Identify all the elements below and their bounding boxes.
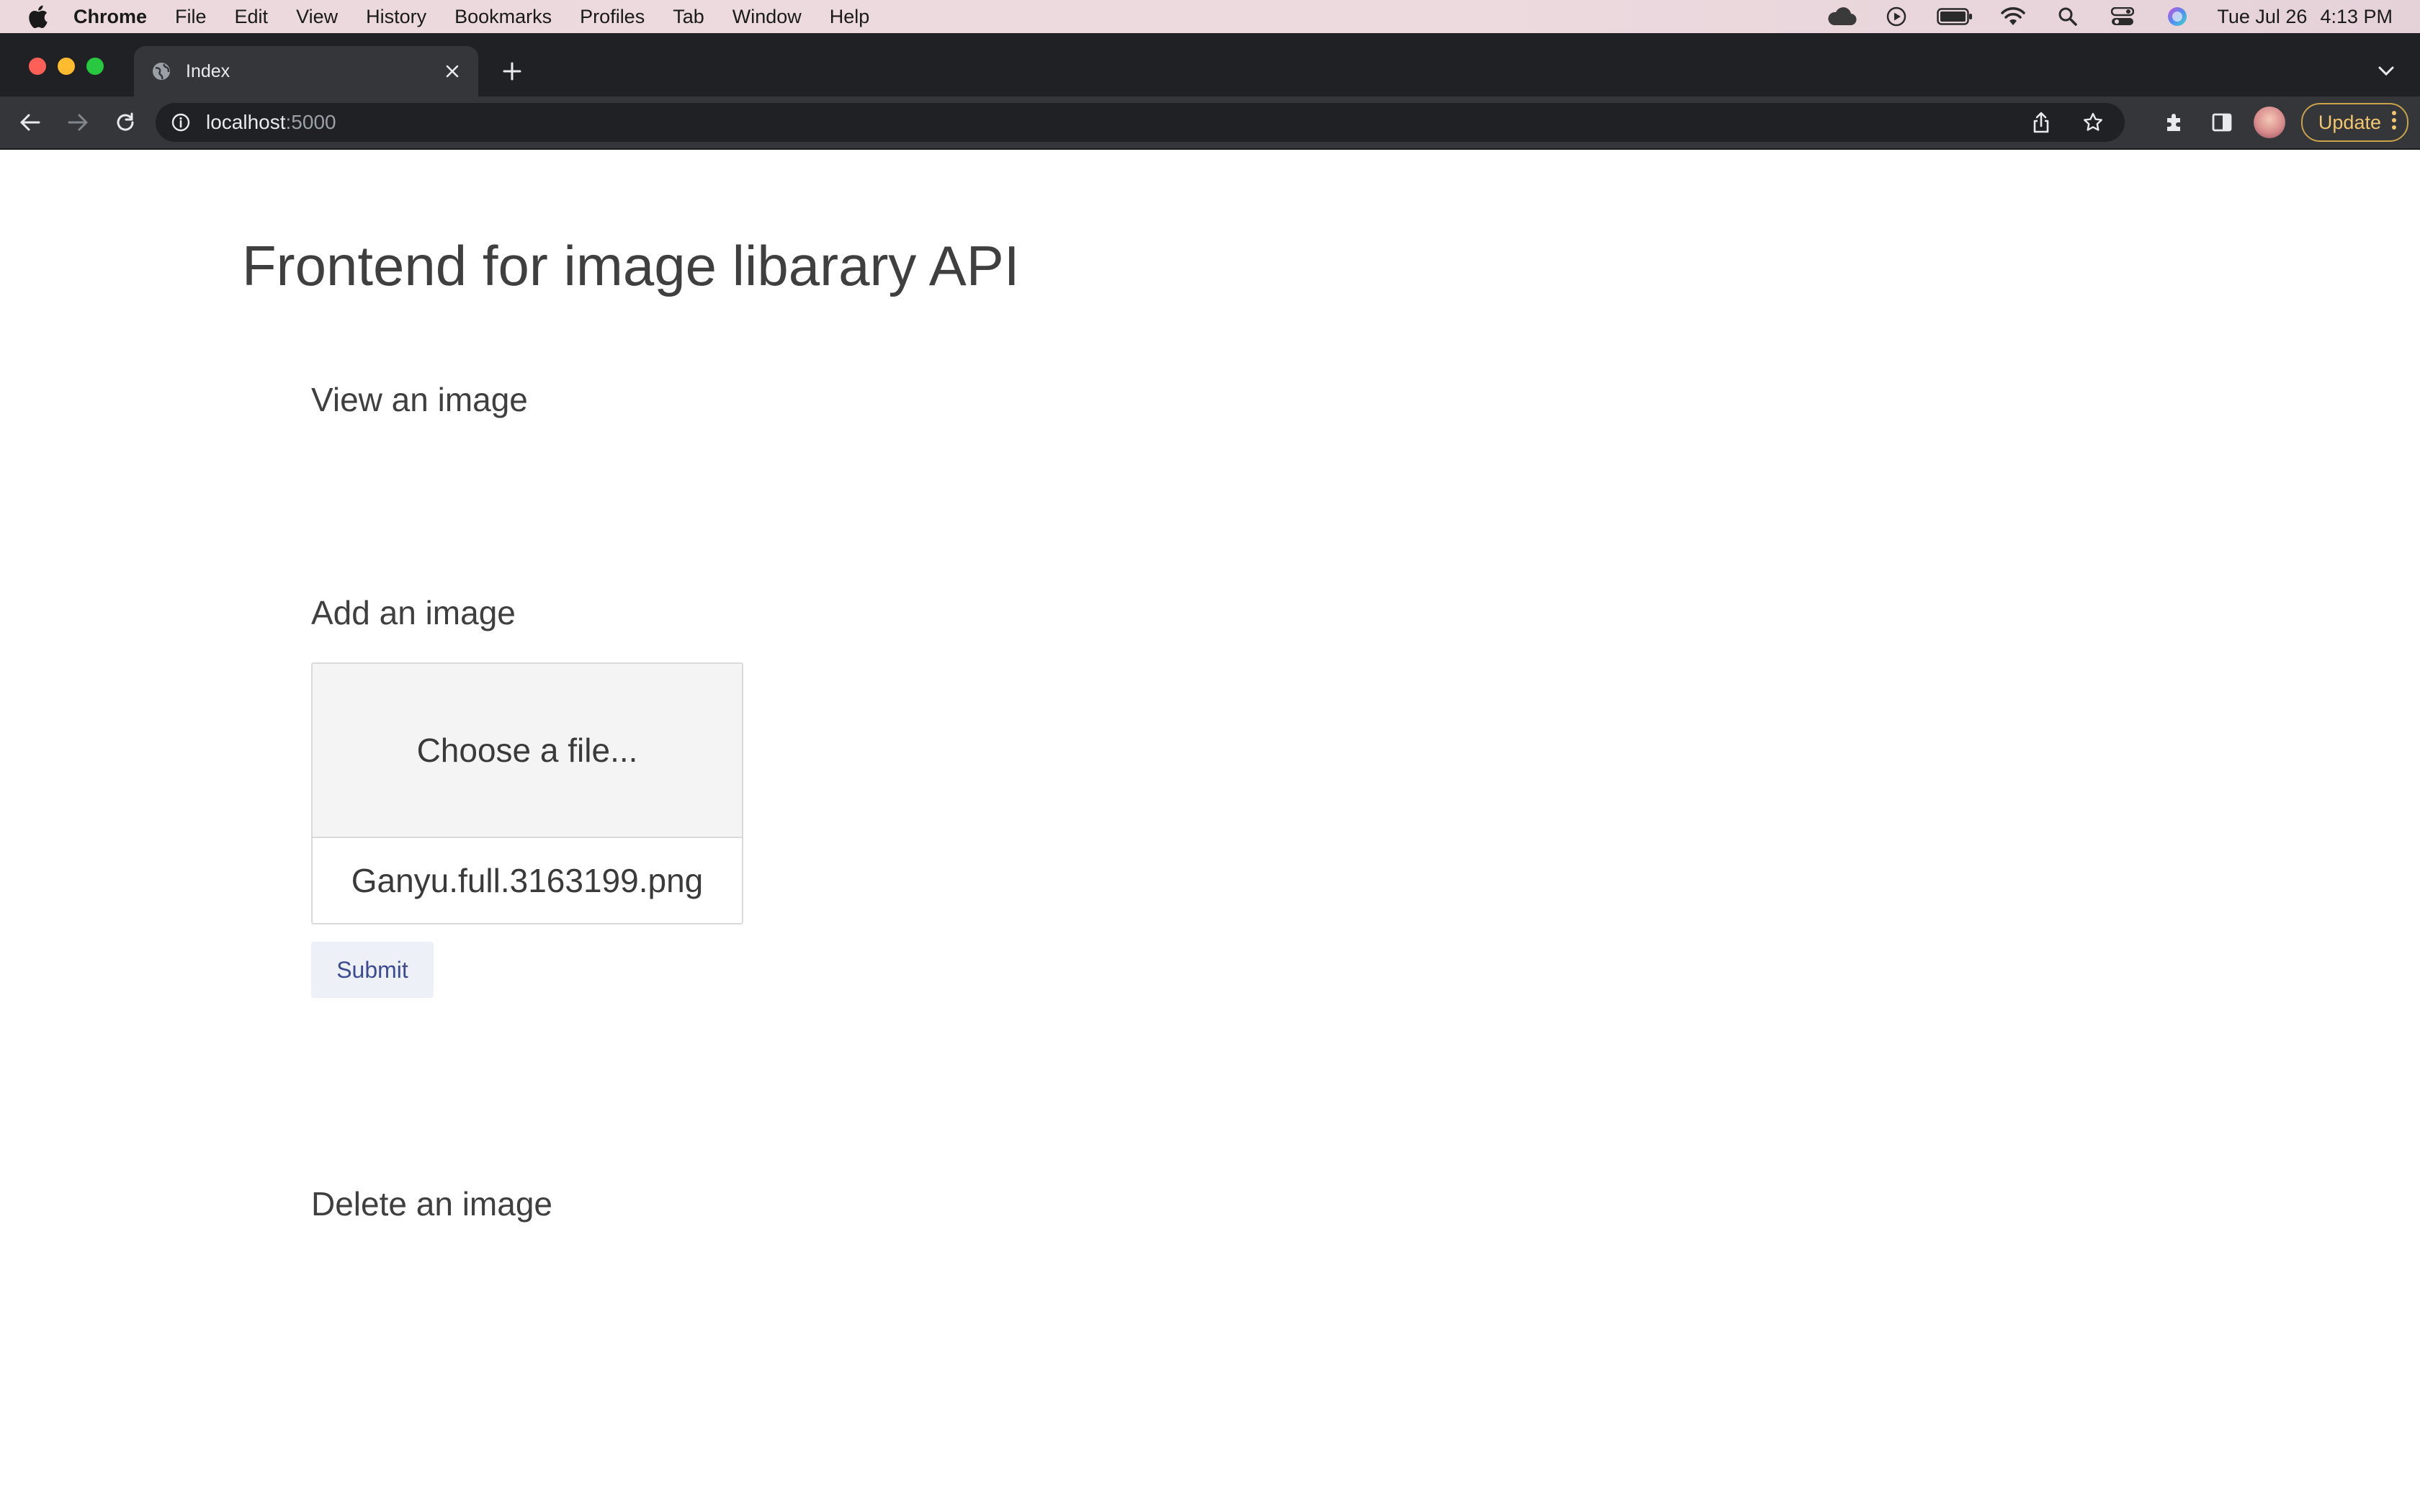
delete-image-heading: Delete an image xyxy=(311,1185,552,1223)
wifi-icon[interactable] xyxy=(1998,4,2028,29)
bookmark-star-icon[interactable] xyxy=(2077,107,2109,138)
menubar-clock[interactable]: Tue Jul 26 4:13 PM xyxy=(2217,6,2393,28)
siri-icon[interactable] xyxy=(2162,4,2192,29)
battery-icon[interactable] xyxy=(1936,4,1973,29)
menu-view[interactable]: View xyxy=(296,6,338,28)
url-port: :5000 xyxy=(285,111,336,133)
tab-search-chevron-down-icon[interactable] xyxy=(2371,56,2401,86)
submit-button[interactable]: Submit xyxy=(311,942,434,998)
window-close-button[interactable] xyxy=(29,58,46,75)
more-vertical-icon[interactable] xyxy=(2391,109,2397,136)
menu-tab[interactable]: Tab xyxy=(673,6,704,28)
file-upload-box[interactable]: Choose a file... Ganyu.full.3163199.png xyxy=(311,662,743,924)
clock-date: Tue Jul 26 xyxy=(2217,5,2308,27)
address-bar[interactable]: localhost:5000 xyxy=(156,103,2125,142)
window-controls xyxy=(29,58,104,75)
page-title: Frontend for image libarary API xyxy=(242,234,1020,297)
update-button-label: Update xyxy=(2318,111,2381,133)
update-button[interactable]: Update xyxy=(2300,103,2408,142)
choose-file-label: Choose a file... xyxy=(416,732,638,769)
share-icon[interactable] xyxy=(2025,107,2057,138)
browser-tab-active[interactable]: Index xyxy=(134,46,478,96)
extensions-puzzle-icon[interactable] xyxy=(2159,107,2190,138)
site-info-icon[interactable] xyxy=(170,112,192,133)
cloud-icon[interactable] xyxy=(1827,4,1857,29)
window-minimize-button[interactable] xyxy=(58,58,75,75)
browser-tab-strip: Index xyxy=(0,33,2420,96)
window-zoom-button[interactable] xyxy=(86,58,104,75)
side-panel-icon[interactable] xyxy=(2206,107,2238,138)
url-host: localhost xyxy=(206,111,286,133)
selected-file-name: Ganyu.full.3163199.png xyxy=(313,838,742,923)
tab-title: Index xyxy=(186,60,230,81)
tab-close-icon[interactable] xyxy=(438,57,467,86)
menu-edit[interactable]: Edit xyxy=(235,6,269,28)
new-tab-plus-icon[interactable] xyxy=(497,56,527,86)
selected-file-name-text: Ganyu.full.3163199.png xyxy=(351,862,704,899)
macos-menu-bar: Chrome File Edit View History Bookmarks … xyxy=(0,0,2420,33)
menu-history[interactable]: History xyxy=(366,6,426,28)
control-center-icon[interactable] xyxy=(2107,4,2138,29)
browser-toolbar: localhost:5000 Update xyxy=(0,96,2420,150)
back-arrow-icon[interactable] xyxy=(13,105,48,140)
forward-arrow-icon[interactable] xyxy=(60,105,95,140)
profile-avatar[interactable] xyxy=(2253,107,2285,138)
page-content: Frontend for image libarary API View an … xyxy=(0,150,2420,1512)
choose-file-button[interactable]: Choose a file... xyxy=(313,664,742,838)
play-icon[interactable] xyxy=(1881,4,1912,29)
menu-window[interactable]: Window xyxy=(732,6,802,28)
spotlight-search-icon[interactable] xyxy=(2053,4,2083,29)
menu-file[interactable]: File xyxy=(175,6,207,28)
reload-icon[interactable] xyxy=(108,105,143,140)
globe-icon xyxy=(151,60,173,82)
menu-help[interactable]: Help xyxy=(830,6,870,28)
view-image-heading: View an image xyxy=(311,381,528,418)
menu-app-name[interactable]: Chrome xyxy=(73,6,147,28)
apple-menu-icon[interactable] xyxy=(27,4,49,29)
menu-profiles[interactable]: Profiles xyxy=(580,6,645,28)
menu-bookmarks[interactable]: Bookmarks xyxy=(454,6,552,28)
clock-time: 4:13 PM xyxy=(2320,5,2393,27)
add-image-heading: Add an image xyxy=(311,594,516,631)
